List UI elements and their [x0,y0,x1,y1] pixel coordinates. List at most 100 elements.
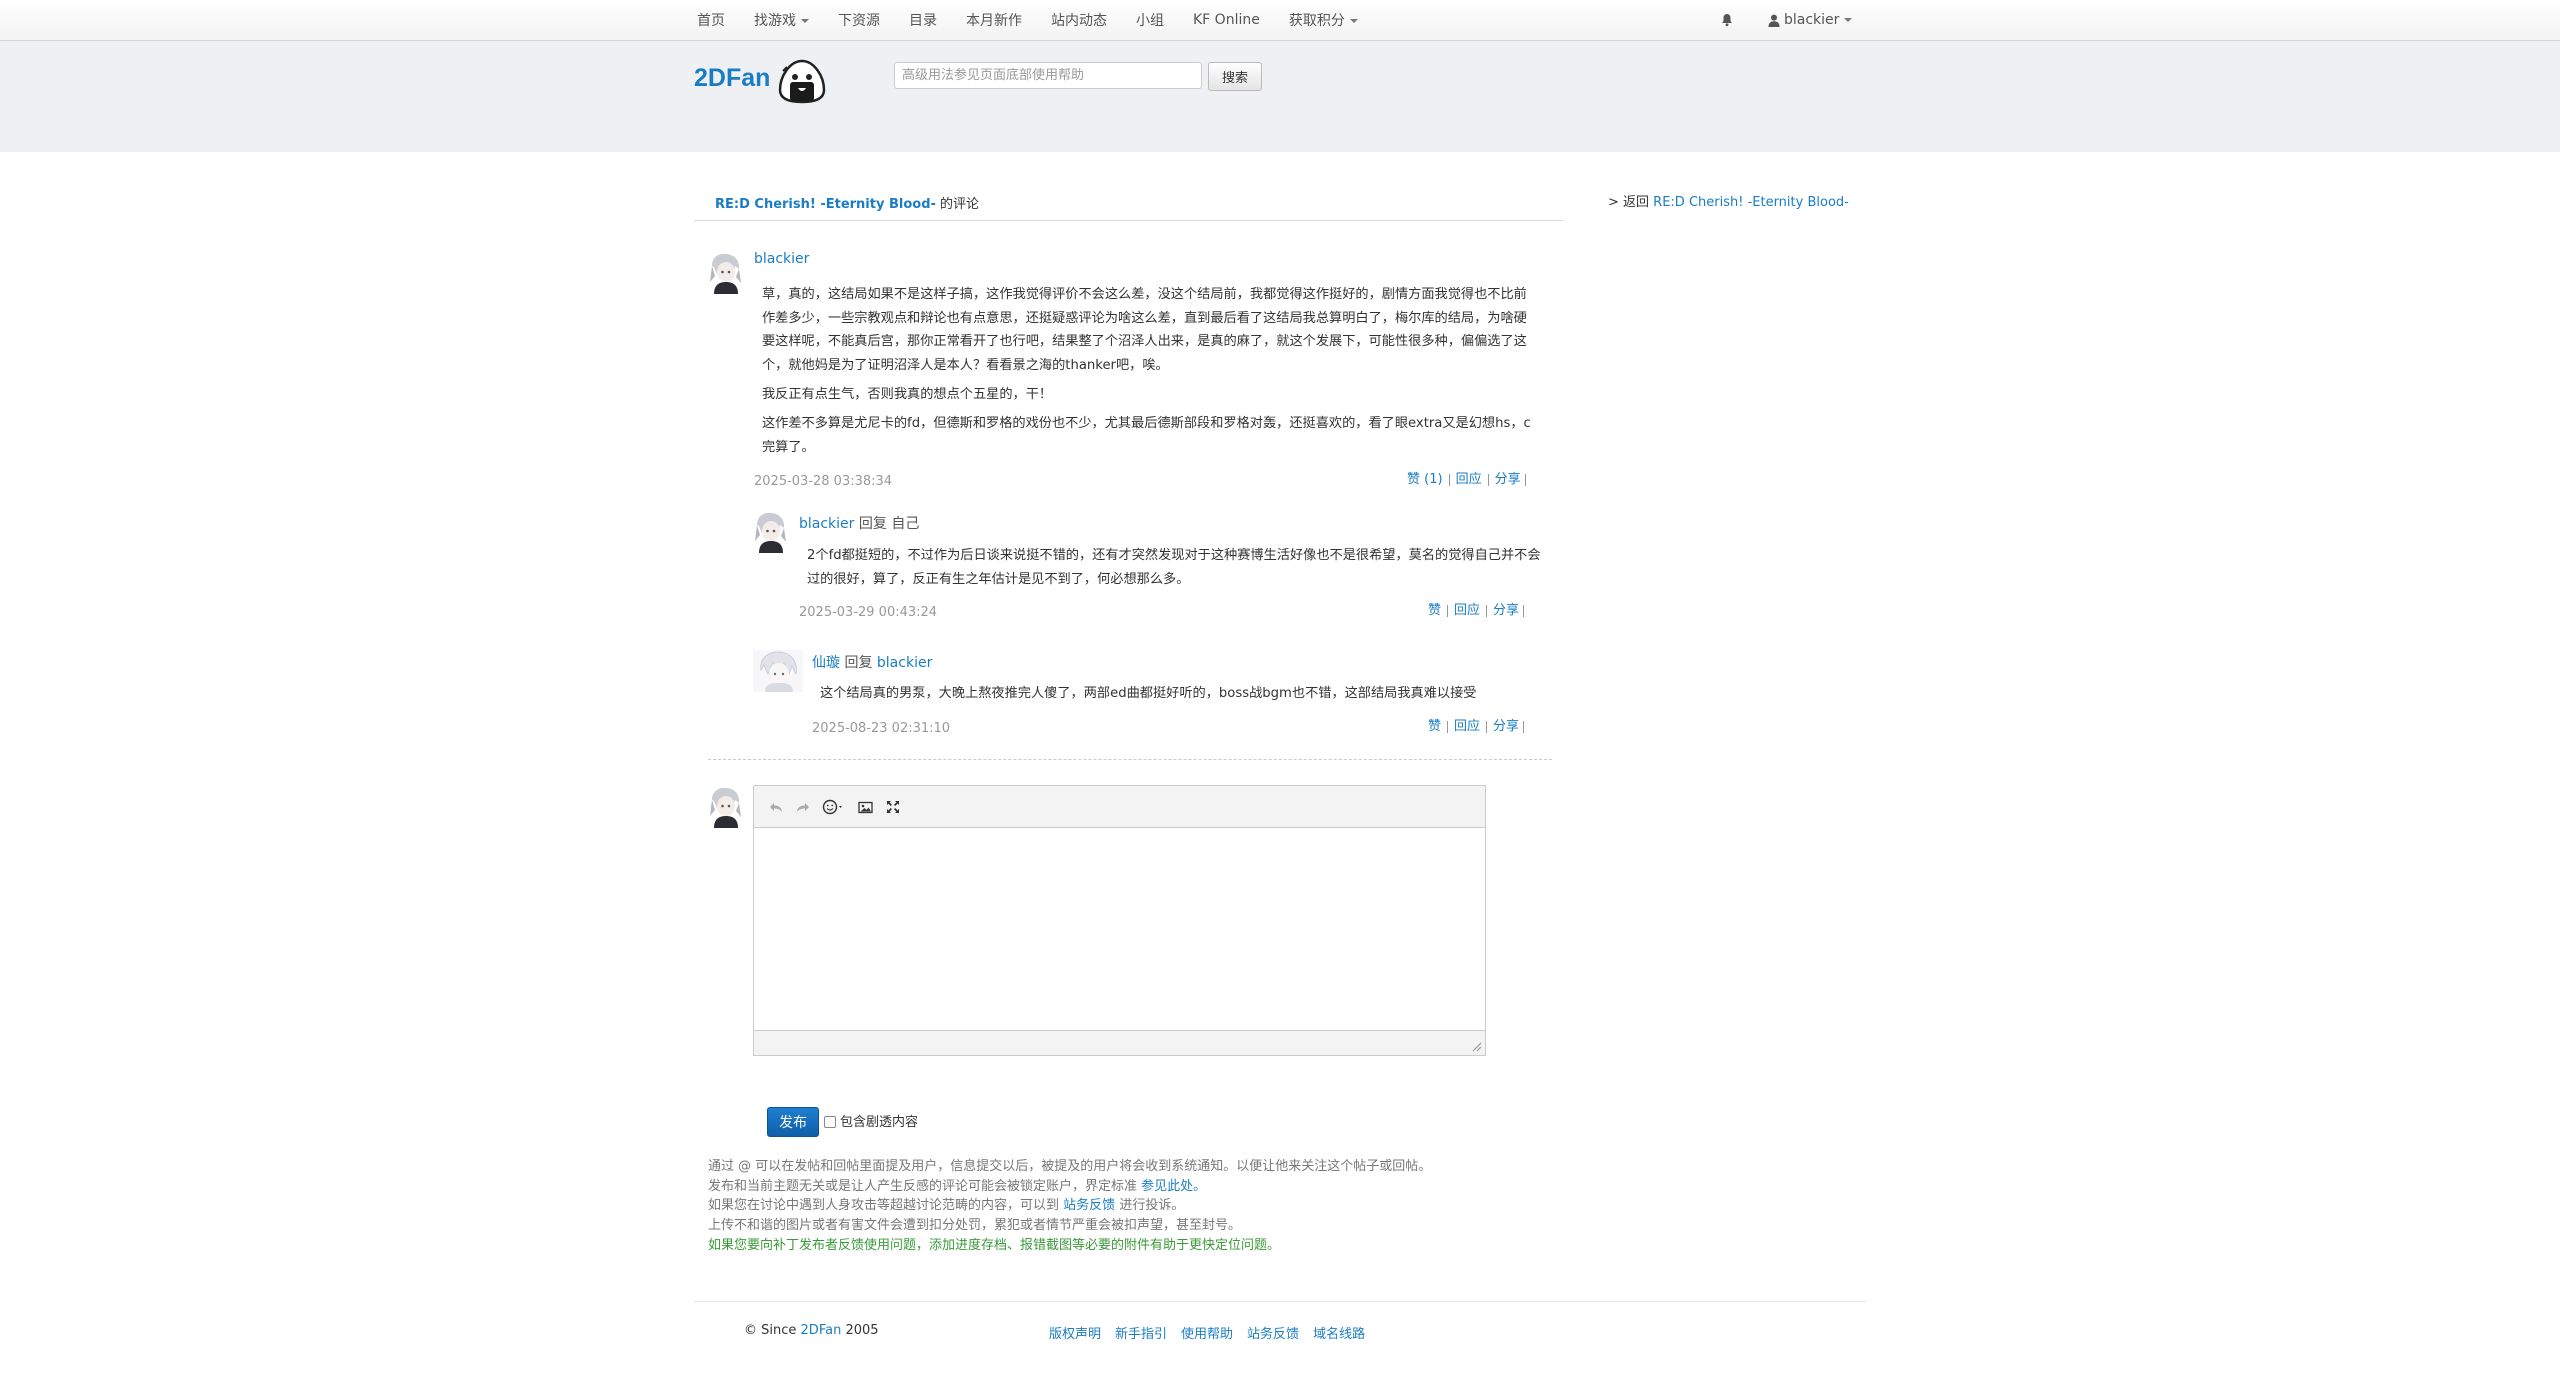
spoiler-checkbox[interactable] [824,1116,836,1128]
back-to-game: > 返回 RE:D Cherish! -Eternity Blood- [1608,191,1849,210]
image-icon[interactable] [856,798,874,816]
nav-label: KF Online [1193,12,1260,28]
comment-textarea[interactable] [754,828,1485,1031]
comment-paragraph: 草，真的，这结局如果不是这样子搞，这作我觉得评价不会这么差，没这个结局前，我都觉… [762,287,1527,373]
bell-icon[interactable] [1720,13,1734,27]
author-link[interactable]: 仙璇 [812,655,840,671]
note-text: 如果您在讨论中遇到人身攻击等超越讨论范畴的内容，可以到 [708,1198,1060,1214]
onigiri-mascot-icon[interactable] [776,58,828,104]
comment-paragraph: 我反正有点生气，否则我真的想点个五星的，干！ [762,387,1053,402]
footer-link-domains[interactable]: 域名线路 [1313,1323,1365,1342]
editor-statusbar [754,1030,1485,1055]
avatar [708,786,742,828]
reply-time: 2025-03-29 00:43:24 [799,605,938,620]
comment-author: blackier [754,251,809,267]
nav-label: 小组 [1136,13,1164,29]
nav-item-catalog[interactable]: 目录 [909,10,937,30]
page-title-suffix: 的评论 [940,197,980,212]
nav-item-find-games[interactable]: 找游戏 [754,10,809,30]
resize-grip-icon[interactable] [1472,1042,1482,1052]
reply-actions: 赞 回应 分享 [1422,604,1525,617]
author-link[interactable]: blackier [799,516,854,532]
nav-label: 找游戏 [754,13,796,29]
reply-time: 2025-08-23 02:31:10 [812,721,951,736]
author-link[interactable]: blackier [754,251,809,267]
nav-label: 下资源 [838,13,880,29]
undo-icon[interactable] [767,798,785,816]
chevron-down-icon [801,19,809,23]
publish-button[interactable]: 发布 [767,1107,819,1137]
comment-editor [753,785,1486,1056]
nav-item-activity[interactable]: 站内动态 [1051,10,1107,30]
reply-text: 2个fd都挺短的，不过作为后日谈来说挺不错的，还有才突然发现对于这种赛博生活好像… [807,548,1541,587]
like-button[interactable]: 赞 (1) [1401,473,1450,486]
divider [708,759,1552,760]
share-button[interactable]: 分享 [1489,473,1526,486]
game-title-link[interactable]: RE:D Cherish! -Eternity Blood- [715,197,936,212]
page-title: RE:D Cherish! -Eternity Blood- 的评论 [715,193,979,212]
avatar[interactable] [753,650,803,692]
copyright-year: 2005 [845,1323,879,1338]
like-button[interactable]: 赞 [1422,720,1449,733]
site-logo[interactable]: 2DFan [694,64,770,93]
reply-word: 回复 [844,655,873,671]
note-text: 发布和当前主题无关或是让人产生反感的评论可能会被锁定账户，界定标准 [708,1178,1138,1194]
footer-links: 版权声明 新手指引 使用帮助 站务反馈 域名线路 [1049,1323,1379,1342]
note-line: 上传不和谐的图片或者有害文件会遭到扣分处罚，累犯或者情节严重会被扣声望，甚至封号… [708,1218,1242,1234]
header-band [0,41,2560,152]
note-line: 通过 @ 可以在发帖和回帖里面提及用户，信息提交以后，被提及的用户将会收到系统通… [708,1159,1432,1174]
rules-link[interactable]: 参见此处。 [1141,1179,1206,1194]
user-menu[interactable]: blackier [1768,12,1853,28]
top-navbar: 首页 找游戏 下资源 目录 本月新作 站内动态 小组 KF Online 获取积… [0,0,2560,41]
reply-button[interactable]: 回应 [1450,473,1489,486]
note-text: 进行投诉。 [1119,1198,1185,1214]
nav-menu: 首页 找游戏 下资源 目录 本月新作 站内动态 小组 KF Online 获取积… [697,0,1387,40]
reply-target: 自己 [891,516,920,532]
spoiler-label: 包含剧透内容 [840,1115,919,1130]
emoji-icon[interactable] [821,798,847,816]
like-button[interactable]: 赞 [1422,604,1449,617]
share-button[interactable]: 分享 [1487,720,1525,733]
nav-item-downloads[interactable]: 下资源 [838,10,880,30]
divider [694,220,1564,221]
reply-target-link[interactable]: blackier [877,655,932,671]
nav-right: blackier [1720,0,1853,40]
reply-button[interactable]: 回应 [1448,720,1488,733]
editor-toolbar [754,786,1485,828]
nav-item-kf-online[interactable]: KF Online [1193,12,1260,28]
fullscreen-icon[interactable] [884,798,902,816]
back-prefix: > 返回 [1608,195,1650,210]
posting-notes: 通过 @ 可以在发帖和回帖里面提及用户，信息提交以后，被提及的用户将会收到系统通… [708,1157,1431,1256]
nav-item-new-this-month[interactable]: 本月新作 [966,10,1022,30]
reply-author: blackier 回复 自己 [799,513,919,533]
reply-actions: 赞 回应 分享 [1422,720,1525,733]
note-line: 如果您在讨论中遇到人身攻击等超越讨论范畴的内容，可以到 站务反馈 进行投诉。 [708,1196,1431,1216]
reply-button[interactable]: 回应 [1448,604,1488,617]
back-link[interactable]: RE:D Cherish! -Eternity Blood- [1653,195,1849,210]
footer-link-feedback[interactable]: 站务反馈 [1247,1323,1299,1342]
footer-link-copyright[interactable]: 版权声明 [1049,1323,1101,1342]
nav-item-home[interactable]: 首页 [697,10,725,30]
search-input[interactable]: 高级用法参见页面底部使用帮助 [894,62,1202,89]
nav-label: 站内动态 [1051,13,1107,29]
nav-item-get-points[interactable]: 获取积分 [1289,10,1358,30]
share-button[interactable]: 分享 [1487,604,1525,617]
avatar[interactable] [708,252,742,294]
site-link[interactable]: 2DFan [801,1323,842,1338]
footer-divider [694,1301,1866,1302]
comment-paragraph: 这作差不多算是尤尼卡的fd，但德斯和罗格的戏份也不少，尤其最后德斯部段和罗格对轰… [762,416,1531,455]
copyright: © Since 2DFan 2005 [744,1323,879,1338]
chevron-down-icon [1844,18,1853,22]
feedback-link[interactable]: 站务反馈 [1063,1198,1115,1213]
comment-time: 2025-03-28 03:38:34 [754,474,893,489]
redo-icon[interactable] [794,798,812,816]
footer-link-guide[interactable]: 新手指引 [1115,1323,1167,1342]
note-line-tip: 如果您要向补丁发布者反馈使用问题，添加进度存档、报错截图等必要的附件有助于更快定… [708,1237,1281,1253]
nav-label: 本月新作 [966,13,1022,29]
footer-link-help[interactable]: 使用帮助 [1181,1323,1233,1342]
copyright-prefix: © Since [744,1323,797,1338]
note-line: 发布和当前主题无关或是让人产生反感的评论可能会被锁定账户，界定标准 参见此处。 [708,1177,1431,1197]
nav-item-groups[interactable]: 小组 [1136,10,1164,30]
avatar[interactable] [753,511,787,553]
search-button[interactable]: 搜索 [1208,62,1262,91]
